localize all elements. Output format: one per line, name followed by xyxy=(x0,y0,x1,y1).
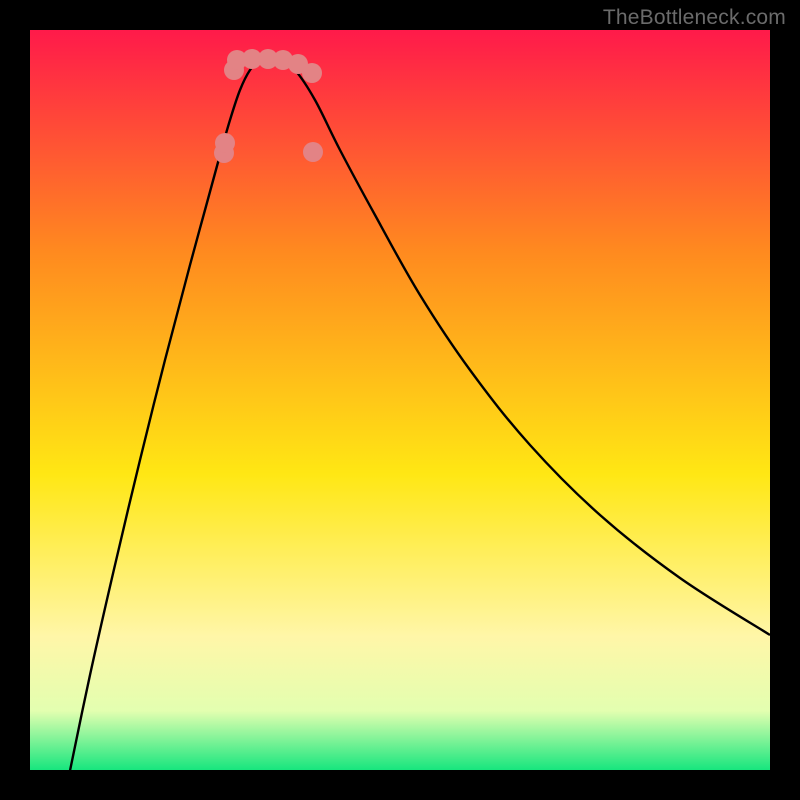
plot-area xyxy=(30,30,770,770)
gradient-bg xyxy=(30,30,770,770)
data-marker xyxy=(303,142,323,162)
watermark-text: TheBottleneck.com xyxy=(603,6,786,30)
data-marker xyxy=(215,133,235,153)
data-marker xyxy=(302,63,322,83)
outer-frame: TheBottleneck.com xyxy=(0,0,800,800)
chart-svg xyxy=(30,30,770,770)
